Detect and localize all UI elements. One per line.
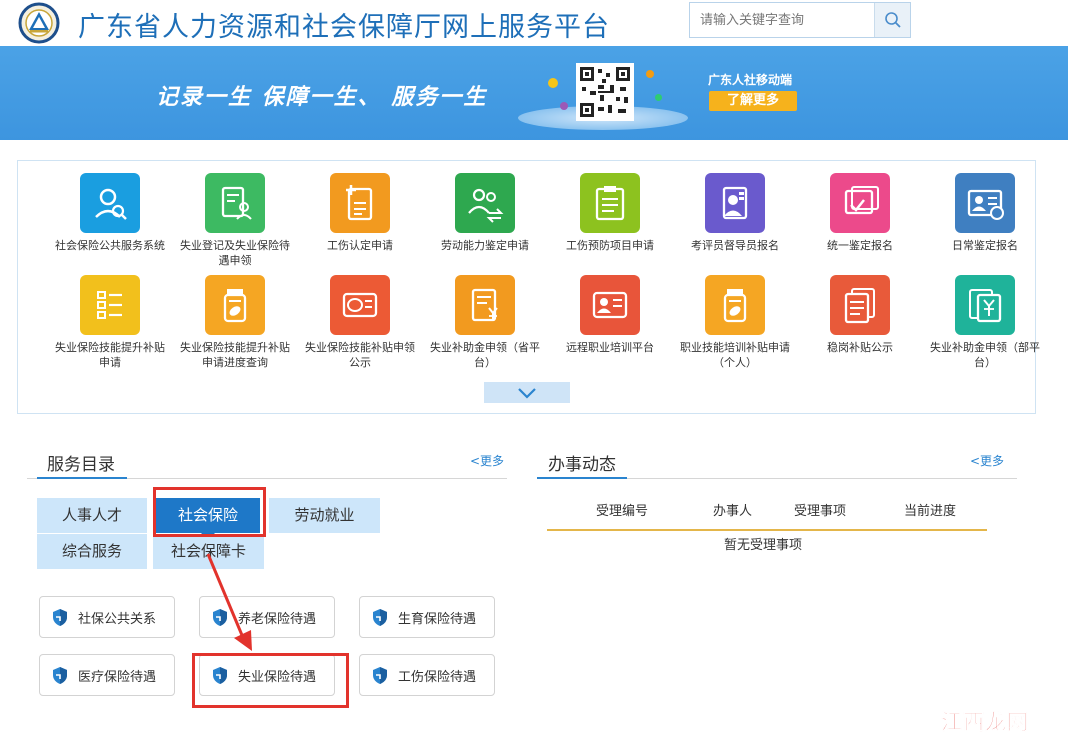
search-button[interactable]: [874, 3, 910, 37]
watermark-text: 江西龙网: [941, 710, 1029, 735]
site-header: 广东省人力资源和社会保障厅网上服务平台: [0, 0, 1068, 46]
service-tile-label: 失业保险技能提升补贴申请进度查询: [180, 341, 290, 369]
service-tile-label: 失业保险技能提升补贴申请: [55, 341, 165, 369]
service-tile-label: 稳岗补贴公示: [827, 341, 893, 354]
annotation-arrow-icon: [206, 553, 252, 651]
service-tile-label: 劳动能力鉴定申请: [441, 239, 529, 252]
service-tile[interactable]: 失业保险技能补贴申领公示: [298, 275, 422, 370]
service-tile-label: 职业技能培训补贴申请（个人）: [680, 341, 790, 369]
service-tile[interactable]: 失业补助金申领（部平台）: [923, 275, 1047, 370]
tab-comprehensive-services[interactable]: 综合服务: [37, 534, 147, 569]
service-button-label: 医疗保险待遇: [78, 669, 157, 685]
service-tile[interactable]: 远程职业培训平台: [548, 275, 672, 355]
service-tile-label: 工伤预防项目申请: [566, 239, 654, 252]
service-tile[interactable]: 考评员督导员报名: [673, 173, 797, 253]
search-icon: [884, 12, 901, 28]
service-tile[interactable]: 工伤预防项目申请: [548, 173, 672, 253]
service-tile-label: 远程职业培训平台: [566, 341, 654, 354]
service-tile[interactable]: 失业登记及失业保险待遇申领: [173, 173, 297, 268]
person-search-icon: [80, 173, 140, 233]
qr-code-icon: [576, 63, 634, 121]
column-header-applicant: 办事人: [713, 504, 753, 519]
shield-icon: [53, 608, 67, 626]
service-tile[interactable]: 失业补助金申领（省平台）: [423, 275, 547, 370]
service-tile[interactable]: 职业技能培训补贴申请（个人）: [673, 275, 797, 370]
service-tile-label: 日常鉴定报名: [952, 239, 1018, 252]
id-badge-icon: [705, 173, 765, 233]
decor-dot: [548, 78, 558, 88]
person-card-icon: [580, 275, 640, 335]
affairs-title-underline: [537, 477, 627, 479]
service-tile-label: 工伤认定申请: [327, 239, 393, 252]
service-tile[interactable]: 失业保险技能提升补贴申请进度查询: [173, 275, 297, 370]
service-tile[interactable]: 稳岗补贴公示: [798, 275, 922, 355]
shield-icon: [373, 608, 387, 626]
watermark-logo: 江西龙网: [935, 703, 1033, 735]
service-tile[interactable]: 日常鉴定报名: [923, 173, 1047, 253]
people-exchange-icon: [455, 173, 515, 233]
column-header-matter: 受理事项: [794, 504, 847, 519]
affairs-more-link[interactable]: <更多: [970, 452, 1004, 469]
catalog-title-underline: [37, 477, 127, 479]
si-card-icon: [330, 275, 390, 335]
service-tile-label: 社会保险公共服务系统: [55, 239, 165, 252]
expand-more-button[interactable]: [484, 382, 570, 403]
mobile-app-title: 广东人社移动端: [708, 73, 793, 87]
service-tile-label: 失业补助金申领（部平台）: [930, 341, 1040, 369]
clipboard-icon: [580, 173, 640, 233]
search-input[interactable]: [690, 3, 874, 37]
learn-more-button[interactable]: 了解更多: [709, 91, 797, 111]
service-tile-label: 统一鉴定报名: [827, 239, 893, 252]
social-relations-button[interactable]: 社保公共关系: [39, 596, 175, 638]
annotation-highlight-tab: [153, 487, 266, 537]
tab-personnel-talent[interactable]: 人事人才: [37, 498, 147, 533]
service-button-label: 生育保险待遇: [398, 611, 477, 627]
document-add-icon: [330, 173, 390, 233]
affairs-title: 办事动态: [548, 455, 616, 475]
yuan-doc-icon: [455, 275, 515, 335]
service-button-label: 工伤保险待遇: [398, 669, 477, 685]
column-header-case-number: 受理编号: [596, 504, 649, 519]
service-tile[interactable]: 统一鉴定报名: [798, 173, 922, 253]
table-header-rule: [547, 529, 987, 531]
banner-slogan: 记录一生 保障一生、 服务一生: [156, 84, 488, 110]
hero-banner: 记录一生 保障一生、 服务一生 广东人社移动端 了解更多: [0, 46, 1068, 140]
tab-labor-employment[interactable]: 劳动就业: [269, 498, 380, 533]
service-tile[interactable]: 劳动能力鉴定申请: [423, 173, 547, 253]
search-box: [689, 2, 911, 38]
service-grid-panel: 社会保险公共服务系统 失业登记及失业保险待遇申领 工伤认定申请 劳动能力鉴定申请 工伤预…: [17, 160, 1040, 414]
empty-state-message: 暂无受理事项: [724, 538, 803, 553]
ministry-emblem-icon: [18, 2, 60, 44]
injury-benefits-button[interactable]: 工伤保险待遇: [359, 654, 495, 696]
site-title: 广东省人力资源和社会保障厅网上服务平台: [78, 12, 610, 43]
catalog-more-link[interactable]: <更多: [470, 452, 504, 469]
decor-dot: [646, 70, 654, 78]
service-tile[interactable]: 失业保险技能提升补贴申请: [48, 275, 172, 370]
shield-icon: [53, 666, 67, 684]
service-tile-label: 失业登记及失业保险待遇申领: [180, 239, 290, 267]
service-tile[interactable]: 社会保险公共服务系统: [48, 173, 172, 253]
form-person-icon: [205, 173, 265, 233]
service-tile-label: 考评员督导员报名: [691, 239, 779, 252]
yuan-stack-icon: [955, 275, 1015, 335]
service-button-label: 社保公共关系: [78, 611, 157, 627]
catalog-title: 服务目录: [47, 455, 115, 475]
service-tile-label: 失业保险技能补贴申领公示: [305, 341, 415, 369]
medicine-bottle-icon: [705, 275, 765, 335]
medical-benefits-button[interactable]: 医疗保险待遇: [39, 654, 175, 696]
maternity-benefits-button[interactable]: 生育保险待遇: [359, 596, 495, 638]
service-tile[interactable]: 工伤认定申请: [298, 173, 422, 253]
shield-icon: [373, 666, 387, 684]
certificate-icon: [830, 173, 890, 233]
medicine-bottle-icon: [205, 275, 265, 335]
decor-dot: [560, 102, 568, 110]
id-card-icon: [955, 173, 1015, 233]
decor-dot: [655, 94, 662, 101]
chevron-down-icon: [518, 387, 536, 399]
annotation-highlight-item: [192, 653, 349, 708]
stacked-docs-icon: [830, 275, 890, 335]
column-header-progress: 当前进度: [904, 504, 957, 519]
service-tile-label: 失业补助金申领（省平台）: [430, 341, 540, 369]
checklist-icon: [80, 275, 140, 335]
